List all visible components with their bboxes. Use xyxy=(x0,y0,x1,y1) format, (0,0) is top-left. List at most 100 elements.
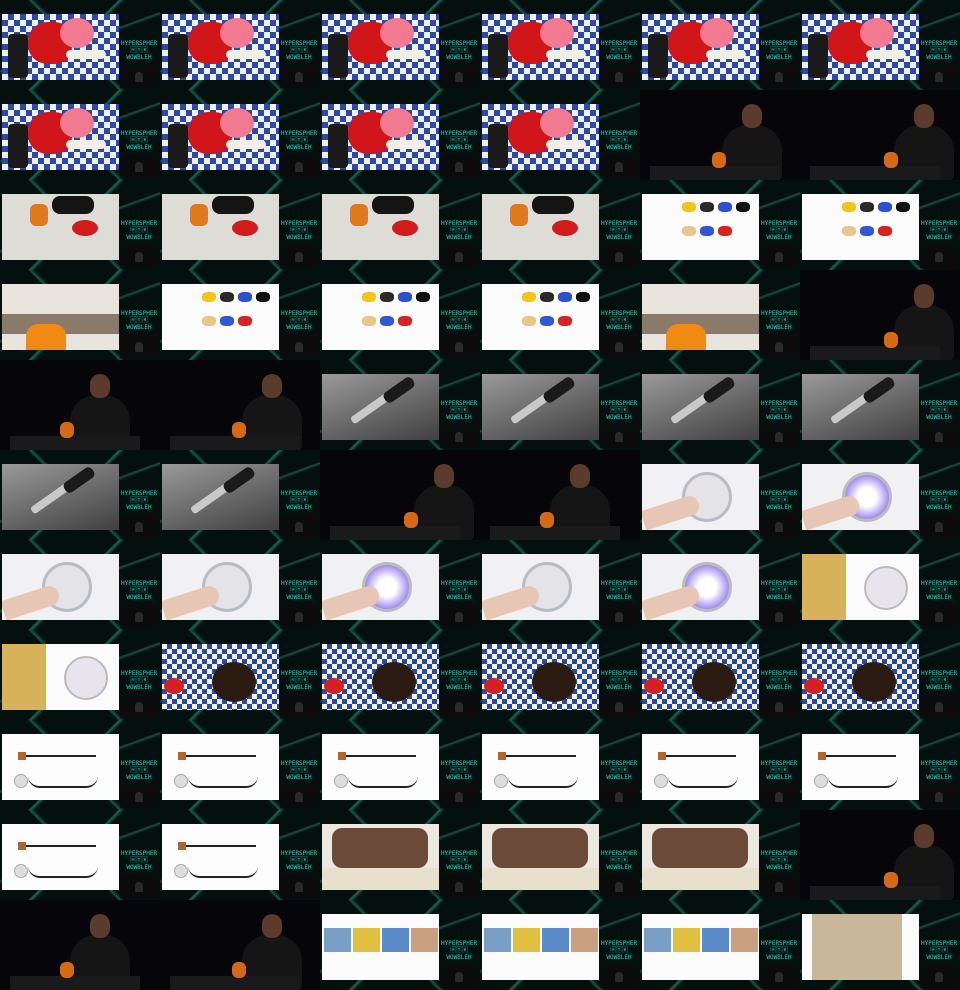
podium xyxy=(810,346,940,360)
speaker-inset xyxy=(280,336,318,358)
video-frame-thumbnail: HYPERSPHERE 🄷🅃🄺 WOWBLEH xyxy=(320,0,480,90)
video-frame-thumbnail: HYPERSPHERE 🄷🅃🄺 WOWBLEH xyxy=(0,630,160,720)
channel-logo: HYPERSPHERE 🄷🅃🄺 WOWBLEH xyxy=(761,580,797,601)
red-button xyxy=(164,678,184,694)
table-surface xyxy=(322,868,439,890)
slide-image xyxy=(482,554,599,620)
podium xyxy=(810,166,940,180)
speaker-inset xyxy=(280,786,318,808)
video-frame-thumbnail: HYPERSPHERE 🄷🅃🄺 WOWBLEH xyxy=(800,450,960,540)
photo-tile xyxy=(731,928,758,952)
speaker-inset xyxy=(280,156,318,178)
channel-logo: HYPERSPHERE 🄷🅃🄺 WOWBLEH xyxy=(441,220,477,241)
copper-plate xyxy=(658,752,666,760)
speaker-inset xyxy=(600,606,638,628)
channel-logo: HYPERSPHERE 🄷🅃🄺 WOWBLEH xyxy=(441,940,477,961)
red-button xyxy=(324,678,344,694)
black-bag xyxy=(372,196,414,214)
video-frame-thumbnail: HYPERSPHERE 🄷🅃🄺 WOWBLEH xyxy=(320,360,480,450)
channel-logo: HYPERSPHERE 🄷🅃🄺 WOWBLEH xyxy=(281,40,317,61)
switch-button xyxy=(540,292,554,302)
pink-toy xyxy=(220,108,254,138)
black-case xyxy=(328,34,348,78)
mascot-figurine xyxy=(540,512,554,528)
slide-image xyxy=(802,554,919,620)
slide-image xyxy=(642,194,759,260)
speaker-head xyxy=(570,464,590,488)
bone-toy xyxy=(546,140,586,149)
channel-logo: HYPERSPHERE 🄷🅃🄺 WOWBLEH xyxy=(601,580,637,601)
slide-image xyxy=(642,824,759,890)
mascot-figurine xyxy=(232,422,246,438)
speaker-inset xyxy=(120,66,158,88)
button-disc xyxy=(174,864,188,878)
video-frame-thumbnail: HYPERSPHERE 🄷🅃🄺 WOWBLEH xyxy=(480,900,640,990)
channel-logo: HYPERSPHERE 🄷🅃🄺 WOWBLEH xyxy=(761,40,797,61)
mascot-figurine xyxy=(884,152,898,168)
channel-logo: HYPERSPHERE 🄷🅃🄺 WOWBLEH xyxy=(921,670,957,691)
channel-logo: HYPERSPHERE 🄷🅃🄺 WOWBLEH xyxy=(121,760,157,781)
podium xyxy=(170,976,300,990)
speaker-inset xyxy=(440,966,478,988)
pink-toy xyxy=(540,18,574,48)
wire xyxy=(26,845,96,847)
speaker-inset xyxy=(760,336,798,358)
video-frame-thumbnail: HYPERSPHERE 🄷🅃🄺 WOWBLEH xyxy=(0,540,160,630)
channel-logo: HYPERSPHERE 🄷🅃🄺 WOWBLEH xyxy=(121,670,157,691)
switch-button xyxy=(576,292,590,302)
video-frame-thumbnail: HYPERSPHERE 🄷🅃🄺 WOWBLEH xyxy=(480,90,640,180)
speaker-head xyxy=(90,374,110,398)
speaker-frame xyxy=(0,360,160,450)
slide-image xyxy=(642,554,759,620)
speaker-inset xyxy=(120,786,158,808)
channel-logo: HYPERSPHERE 🄷🅃🄺 WOWBLEH xyxy=(441,580,477,601)
video-frame-thumbnail: HYPERSPHERE 🄷🅃🄺 WOWBLEH xyxy=(320,270,480,360)
photo-tile xyxy=(382,928,409,952)
photo-tile xyxy=(542,928,569,952)
wire xyxy=(186,845,256,847)
video-frame-thumbnail: HYPERSPHERE 🄷🅃🄺 WOWBLEH xyxy=(320,90,480,180)
speaker-inset xyxy=(600,426,638,448)
video-frame-thumbnail: HYPERSPHERE 🄷🅃🄺 WOWBLEH xyxy=(640,900,800,990)
channel-logo: HYPERSPHERE 🄷🅃🄺 WOWBLEH xyxy=(921,220,957,241)
switch-button xyxy=(522,316,536,326)
switch-button xyxy=(220,292,234,302)
channel-logo: HYPERSPHERE 🄷🅃🄺 WOWBLEH xyxy=(601,130,637,151)
button-disc xyxy=(814,774,828,788)
channel-logo: HYPERSPHERE 🄷🅃🄺 WOWBLEH xyxy=(761,850,797,871)
slide-image xyxy=(2,284,119,350)
bone-toy xyxy=(66,140,106,149)
channel-logo: HYPERSPHERE 🄷🅃🄺 WOWBLEH xyxy=(441,130,477,151)
slide-image xyxy=(642,284,759,350)
photo-tile xyxy=(644,928,671,952)
video-frame-thumbnail: HYPERSPHERE 🄷🅃🄺 WOWBLEH xyxy=(160,720,320,810)
channel-logo: HYPERSPHERE 🄷🅃🄺 WOWBLEH xyxy=(601,220,637,241)
slide-image xyxy=(802,14,919,80)
button-disc xyxy=(14,774,28,788)
podium xyxy=(650,166,780,180)
video-frame-thumbnail: HYPERSPHERE 🄷🅃🄺 WOWBLEH xyxy=(160,630,320,720)
video-frame-thumbnail: HYPERSPHERE 🄷🅃🄺 WOWBLEH xyxy=(160,180,320,270)
slide-image xyxy=(322,104,439,170)
speaker-inset xyxy=(920,516,958,538)
speaker-inset xyxy=(440,426,478,448)
channel-logo: HYPERSPHERE 🄷🅃🄺 WOWBLEH xyxy=(121,130,157,151)
video-frame-thumbnail: HYPERSPHERE 🄷🅃🄺 WOWBLEH xyxy=(480,270,640,360)
switch-button xyxy=(522,292,536,302)
black-case xyxy=(168,124,188,168)
speaker-inset xyxy=(920,606,958,628)
orange-toy xyxy=(350,204,368,226)
wire xyxy=(666,755,736,757)
video-frame-thumbnail: HYPERSPHERE 🄷🅃🄺 WOWBLEH xyxy=(640,270,800,360)
audio-jack-body xyxy=(221,465,257,495)
slide-image xyxy=(2,194,119,260)
video-frame-thumbnail: HYPERSPHERE 🄷🅃🄺 WOWBLEH xyxy=(640,630,800,720)
video-frame-thumbnail: HYPERSPHERE 🄷🅃🄺 WOWBLEH xyxy=(320,720,480,810)
speaker-frame xyxy=(800,270,960,360)
speaker-inset xyxy=(280,696,318,718)
speaker-inset xyxy=(440,156,478,178)
audio-jack-body xyxy=(701,375,737,405)
speaker-inset xyxy=(600,156,638,178)
slide-image xyxy=(482,824,599,890)
dark-device xyxy=(372,662,416,702)
